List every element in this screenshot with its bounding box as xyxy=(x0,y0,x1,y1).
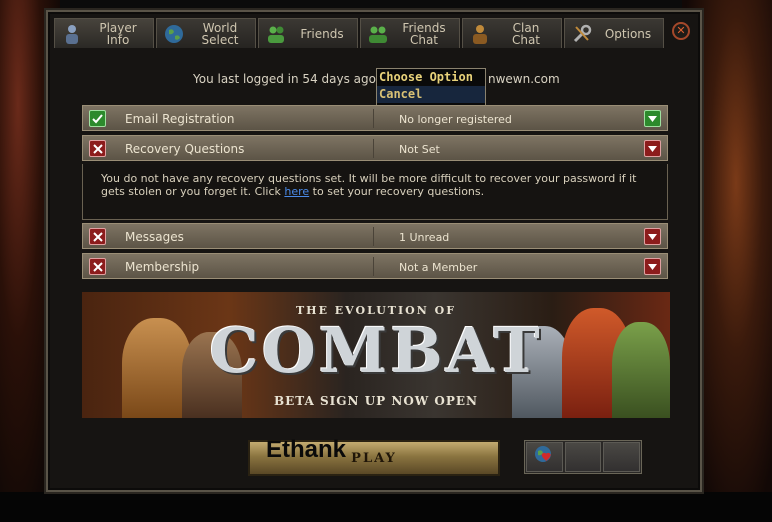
context-menu: Choose Option Cancel xyxy=(376,68,486,106)
row-label: Recovery Questions xyxy=(125,142,245,156)
banner-title: COMBAT xyxy=(209,314,543,387)
player-icon xyxy=(61,23,83,45)
context-menu-cancel[interactable]: Cancel xyxy=(377,86,485,103)
globe-icon xyxy=(163,23,185,45)
tab-label: Player Info xyxy=(99,20,137,47)
cross-icon xyxy=(89,258,106,275)
context-menu-title: Choose Option xyxy=(379,70,473,84)
check-icon xyxy=(89,110,106,127)
tab-label: Clan Chat xyxy=(511,20,541,47)
tab-label: Options xyxy=(604,26,652,41)
row-value: No longer registered xyxy=(399,113,512,126)
row-value: 1 Unread xyxy=(399,231,450,244)
row-label: Messages xyxy=(125,230,184,244)
divider xyxy=(373,227,374,246)
tab-label: World Select xyxy=(201,20,239,47)
banner-cta: BETA SIGN UP NOW OPEN xyxy=(273,394,479,408)
wrench-icon xyxy=(571,23,593,45)
recovery-link[interactable]: here xyxy=(284,185,309,198)
chevron-down-icon[interactable] xyxy=(644,228,661,245)
tab-world-select[interactable]: World Select xyxy=(156,18,256,48)
divider xyxy=(373,257,374,276)
clan-chat-icon xyxy=(469,23,491,45)
row-membership[interactable]: Membership Not a Member xyxy=(82,253,668,279)
player-info-panel: Player Info World Select Friends Friends… xyxy=(46,10,702,492)
quick-slot-1[interactable] xyxy=(526,442,563,472)
row-value: Not Set xyxy=(399,143,440,156)
quick-slots xyxy=(524,440,642,474)
row-label: Email Registration xyxy=(125,112,235,126)
row-recovery-questions[interactable]: Recovery Questions Not Set xyxy=(82,135,668,161)
divider xyxy=(373,139,374,158)
play-label: PLAY xyxy=(351,450,397,466)
recovery-details: You do not have any recovery questions s… xyxy=(82,164,668,220)
close-button[interactable]: ✕ xyxy=(672,22,690,40)
row-value: Not a Member xyxy=(399,261,478,274)
last-login-text: You last logged in 54 days ago xyxy=(193,72,376,86)
tab-clan-chat[interactable]: Clan Chat xyxy=(462,18,562,48)
row-email-registration[interactable]: Email Registration No longer registered xyxy=(82,105,668,131)
chevron-down-icon[interactable] xyxy=(644,258,661,275)
quick-slot-2[interactable] xyxy=(564,442,602,472)
tab-bar: Player Info World Select Friends Friends… xyxy=(54,18,664,48)
quick-slot-3[interactable] xyxy=(603,442,641,472)
tab-friends[interactable]: Friends xyxy=(258,18,358,48)
username-overlay: Ethank xyxy=(266,436,347,463)
friends-chat-icon xyxy=(367,23,389,45)
friends-icon xyxy=(265,23,287,45)
chevron-up-icon[interactable] xyxy=(644,140,661,157)
tab-label: Friends xyxy=(300,26,344,41)
tab-options[interactable]: Options xyxy=(564,18,664,48)
chevron-down-icon[interactable] xyxy=(644,110,661,127)
recovery-text-end: to set your recovery questions. xyxy=(309,185,485,198)
cross-icon xyxy=(89,140,106,157)
tab-label: Friends Chat xyxy=(402,20,446,47)
combat-beta-banner[interactable]: THE EVOLUTION OF COMBAT BETA SIGN UP NOW… xyxy=(82,292,670,418)
background-bottom xyxy=(0,492,772,522)
last-login-suffix: nwewn.com xyxy=(488,72,560,86)
tab-friends-chat[interactable]: Friends Chat xyxy=(360,18,460,48)
tab-player-info[interactable]: Player Info xyxy=(54,18,154,48)
close-icon: ✕ xyxy=(676,24,686,37)
row-label: Membership xyxy=(125,260,200,274)
cross-icon xyxy=(89,228,106,245)
row-messages[interactable]: Messages 1 Unread xyxy=(82,223,668,249)
globe-heart-icon xyxy=(533,444,555,470)
divider xyxy=(373,109,374,128)
